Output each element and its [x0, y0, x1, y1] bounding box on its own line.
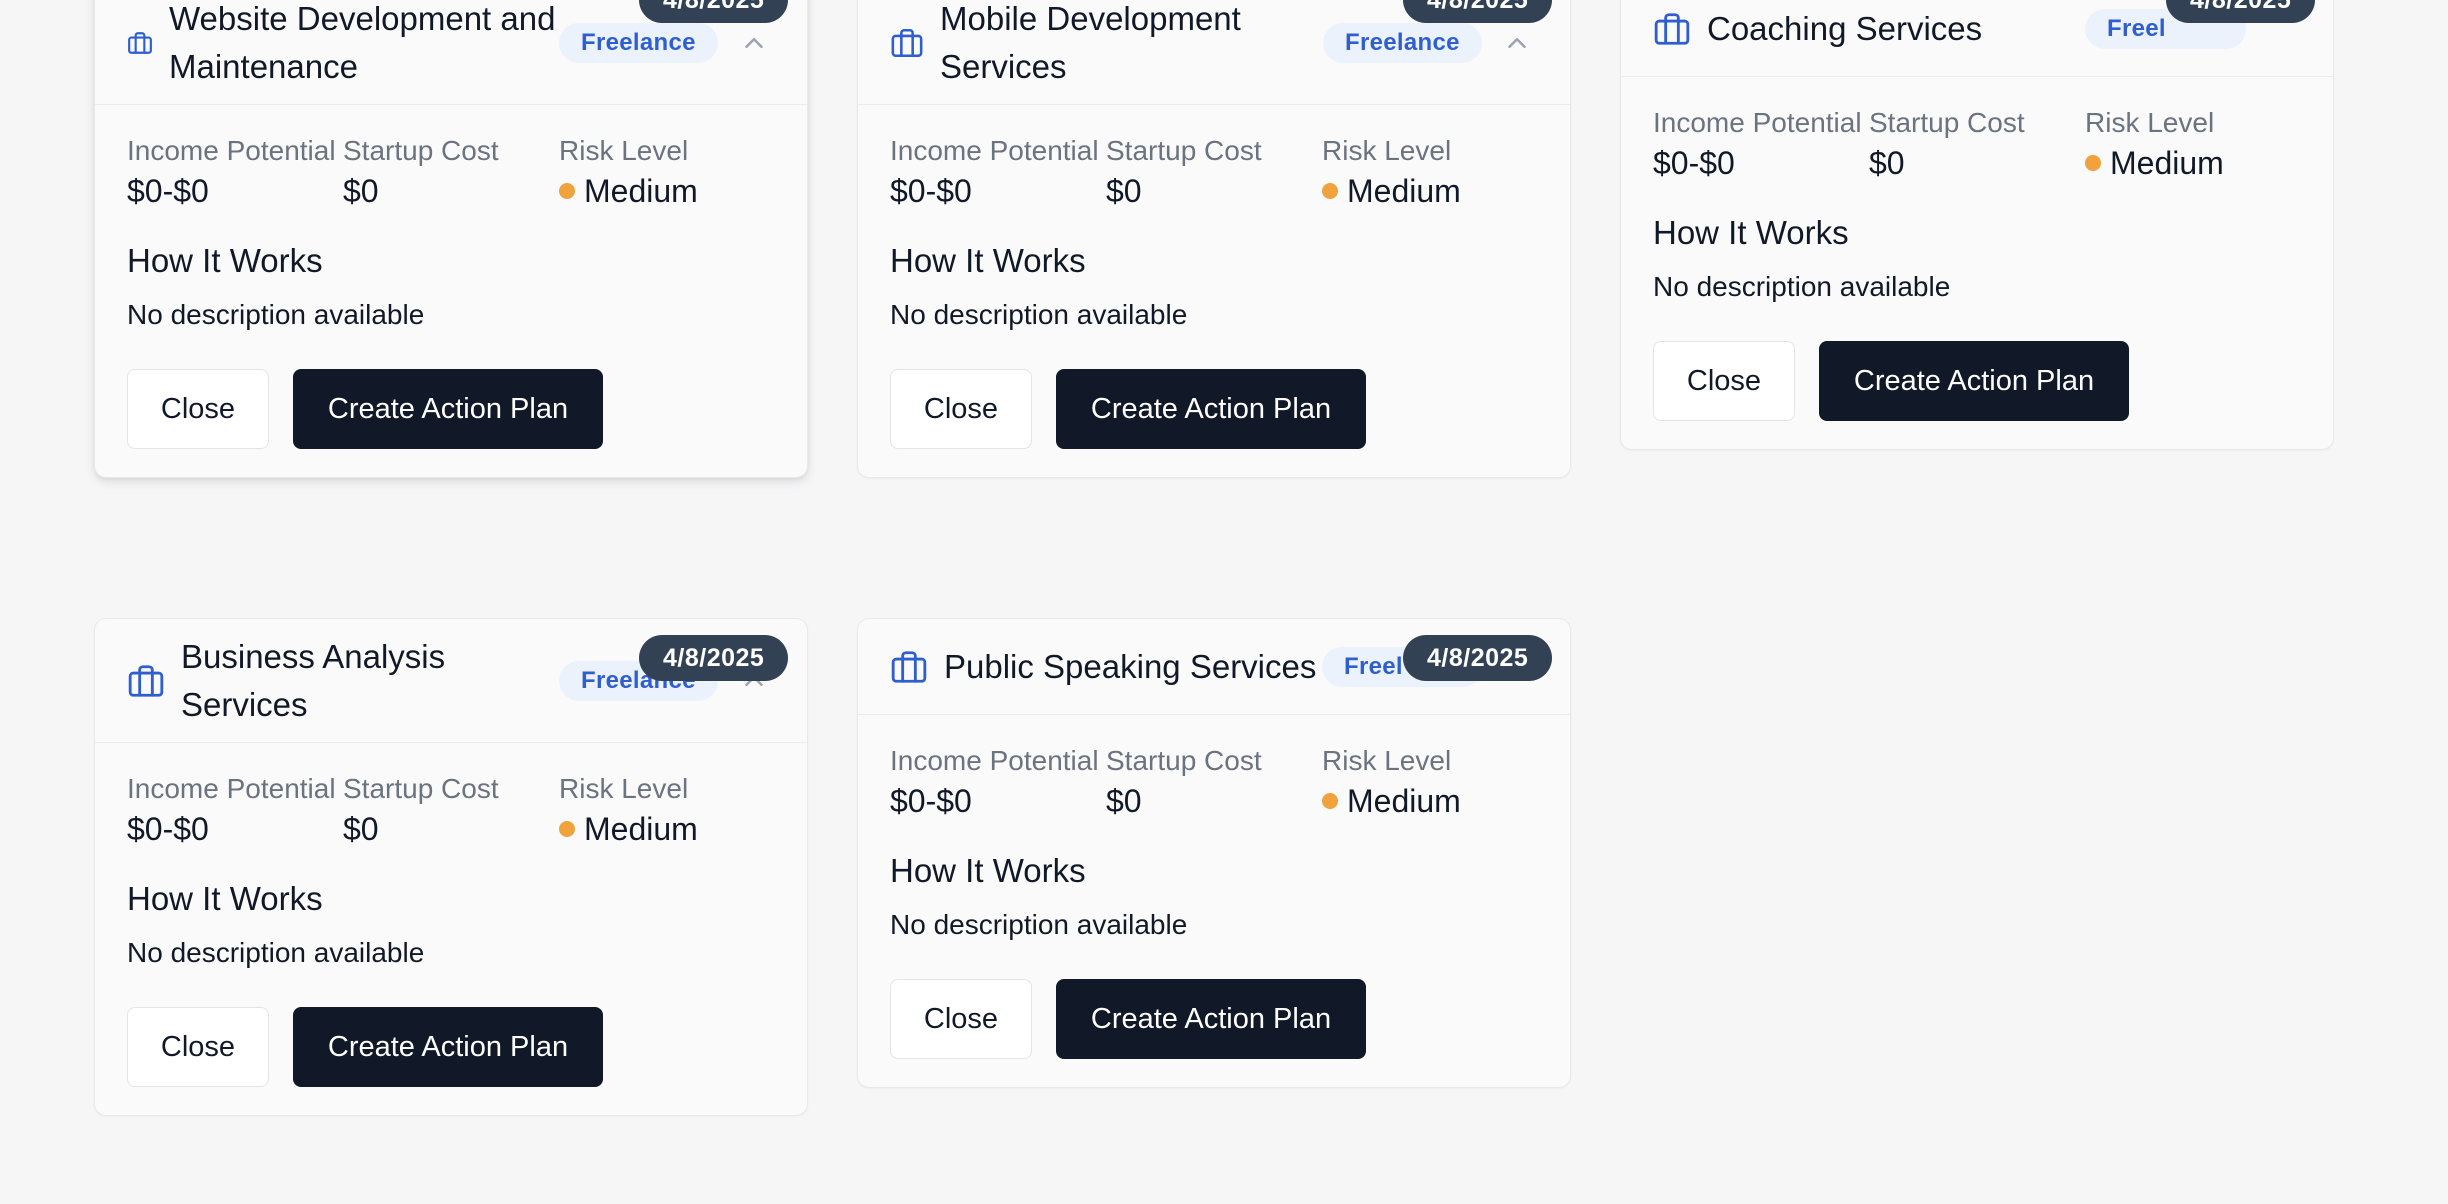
startup-stat: Startup Cost $0 [343, 769, 559, 849]
startup-stat: Startup Cost $0 [1106, 131, 1322, 211]
risk-dot [2085, 155, 2101, 171]
risk-dot [559, 183, 575, 199]
startup-value: $0 [1106, 783, 1142, 819]
close-button[interactable]: Close [890, 979, 1032, 1059]
how-it-works-heading: How It Works [127, 242, 323, 279]
startup-stat: Startup Cost $0 [343, 131, 559, 211]
how-it-works-heading: How It Works [890, 852, 1086, 889]
card-header[interactable]: Public Speaking Services Freel 4/8/2025 [858, 619, 1570, 715]
date-badge: 4/8/2025 [2166, 0, 2316, 23]
card-title: Public Speaking Services [944, 647, 1317, 685]
startup-label: Startup Cost [1106, 135, 1262, 166]
startup-label: Startup Cost [1106, 745, 1262, 776]
chevron-up-icon[interactable] [739, 28, 769, 58]
income-stat: Income Potential $0-$0 [127, 131, 343, 211]
risk-value: Medium [584, 173, 698, 209]
opportunity-card: Business Analysis Services Freelance 4/8… [94, 618, 808, 1116]
risk-stat: Risk Level Medium [2085, 103, 2301, 183]
briefcase-icon [890, 648, 928, 686]
how-it-works-heading: How It Works [1653, 214, 1849, 251]
date-badge: 4/8/2025 [639, 635, 789, 681]
briefcase-icon [127, 662, 165, 700]
income-label: Income Potential [1653, 107, 1862, 138]
card-header[interactable]: Mobile Development Services Freelance 4/… [858, 0, 1570, 105]
risk-value: Medium [1347, 173, 1461, 209]
close-button[interactable]: Close [127, 369, 269, 449]
date-badge: 4/8/2025 [1403, 635, 1553, 681]
startup-value: $0 [343, 811, 379, 847]
briefcase-icon [1653, 10, 1691, 48]
risk-value: Medium [2110, 145, 2224, 181]
risk-label: Risk Level [2085, 107, 2215, 138]
startup-label: Startup Cost [1869, 107, 2025, 138]
startup-stat: Startup Cost $0 [1106, 741, 1322, 821]
chevron-up-icon[interactable] [1502, 28, 1532, 58]
card-header[interactable]: Business Analysis Services Freelance 4/8… [95, 619, 807, 743]
how-it-works-heading: How It Works [127, 880, 323, 917]
income-stat: Income Potential $0-$0 [127, 769, 343, 849]
startup-label: Startup Cost [343, 773, 499, 804]
risk-value: Medium [1347, 783, 1461, 819]
close-button[interactable]: Close [1653, 341, 1795, 421]
startup-value: $0 [1869, 145, 1905, 181]
opportunity-card: Public Speaking Services Freel 4/8/2025 … [857, 618, 1571, 1088]
income-value: $0-$0 [890, 173, 972, 209]
risk-stat: Risk Level Medium [559, 131, 775, 211]
date-badge: 4/8/2025 [1403, 0, 1553, 23]
close-button[interactable]: Close [127, 1007, 269, 1087]
description: No description available [890, 299, 1188, 330]
opportunity-card: Coaching Services Freel 4/8/2025 Income … [1620, 0, 2334, 450]
income-stat: Income Potential $0-$0 [1653, 103, 1869, 183]
income-stat: Income Potential $0-$0 [890, 741, 1106, 821]
create-action-plan-button[interactable]: Create Action Plan [1819, 341, 2129, 421]
opportunity-card: Mobile Development Services Freelance 4/… [857, 0, 1571, 478]
income-value: $0-$0 [1653, 145, 1735, 181]
startup-value: $0 [1106, 173, 1142, 209]
card-title: Coaching Services [1707, 9, 1983, 47]
risk-label: Risk Level [1322, 135, 1452, 166]
startup-value: $0 [343, 173, 379, 209]
risk-label: Risk Level [1322, 745, 1452, 776]
create-action-plan-button[interactable]: Create Action Plan [293, 1007, 603, 1087]
briefcase-icon [890, 26, 924, 60]
briefcase-icon [127, 30, 153, 56]
risk-stat: Risk Level Medium [559, 769, 775, 849]
card-title: Website Development and Maintenance [169, 0, 556, 85]
close-button[interactable]: Close [890, 369, 1032, 449]
description: No description available [890, 909, 1188, 940]
risk-stat: Risk Level Medium [1322, 131, 1538, 211]
income-stat: Income Potential $0-$0 [890, 131, 1106, 211]
startup-label: Startup Cost [343, 135, 499, 166]
startup-stat: Startup Cost $0 [1869, 103, 2085, 183]
risk-dot [1322, 793, 1338, 809]
category-tag: Freelance [1323, 22, 1482, 63]
how-it-works-heading: How It Works [890, 242, 1086, 279]
create-action-plan-button[interactable]: Create Action Plan [1056, 369, 1366, 449]
risk-stat: Risk Level Medium [1322, 741, 1538, 821]
description: No description available [127, 937, 425, 968]
income-label: Income Potential [890, 135, 1099, 166]
description: No description available [1653, 271, 1951, 302]
card-title: Business Analysis Services [181, 637, 446, 723]
risk-dot [1322, 183, 1338, 199]
risk-label: Risk Level [559, 773, 689, 804]
card-header[interactable]: Website Development and Maintenance Free… [95, 0, 807, 105]
income-label: Income Potential [890, 745, 1099, 776]
risk-dot [559, 821, 575, 837]
income-value: $0-$0 [890, 783, 972, 819]
risk-value: Medium [584, 811, 698, 847]
description: No description available [127, 299, 425, 330]
income-value: $0-$0 [127, 173, 209, 209]
create-action-plan-button[interactable]: Create Action Plan [1056, 979, 1366, 1059]
income-label: Income Potential [127, 773, 336, 804]
risk-label: Risk Level [559, 135, 689, 166]
income-value: $0-$0 [127, 811, 209, 847]
card-title: Mobile Development Services [940, 0, 1241, 85]
create-action-plan-button[interactable]: Create Action Plan [293, 369, 603, 449]
card-header[interactable]: Coaching Services Freel 4/8/2025 [1621, 0, 2333, 77]
opportunity-card: Website Development and Maintenance Free… [94, 0, 808, 478]
category-tag: Freelance [559, 22, 718, 63]
income-label: Income Potential [127, 135, 336, 166]
date-badge: 4/8/2025 [639, 0, 789, 23]
